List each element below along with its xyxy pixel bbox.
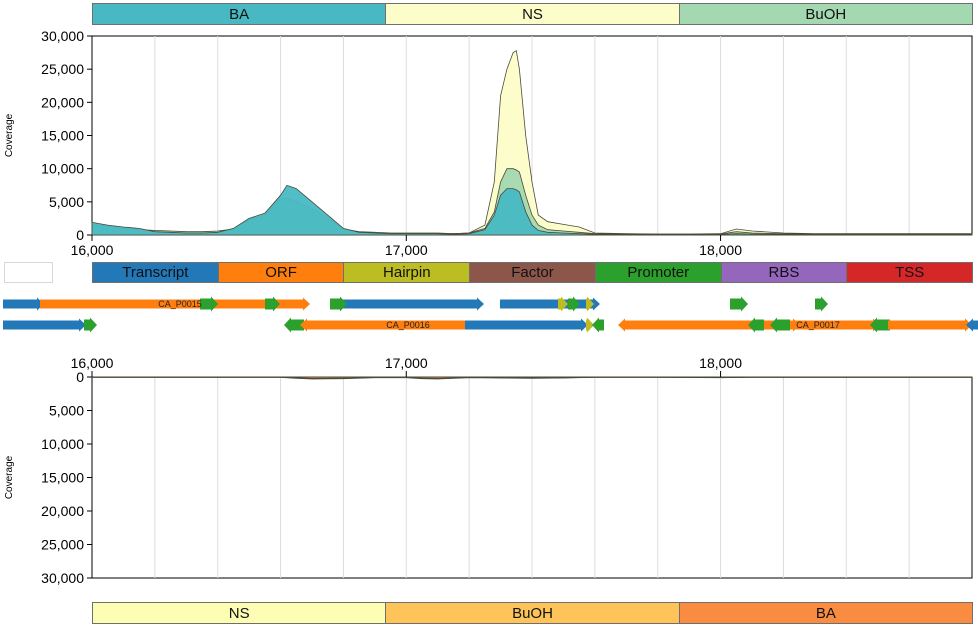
- y-tick-label: 5,000: [49, 194, 84, 210]
- transcript-feature[interactable]: [3, 318, 86, 332]
- promoter-feature[interactable]: [330, 296, 347, 312]
- feature-legend-item-factor[interactable]: Factor: [469, 262, 596, 283]
- hairpin-feature[interactable]: [558, 296, 568, 312]
- x-tick-label: 18,000: [699, 355, 742, 371]
- x-tick-label: 17,000: [385, 355, 428, 371]
- x-tick-label: 18,000: [699, 242, 742, 258]
- y-tick-label: 25,000: [41, 537, 84, 553]
- bottom-legend-item-ns[interactable]: NS: [92, 602, 387, 624]
- x-tick-label: 17,000: [385, 242, 428, 258]
- y-axis-label: Coverage: [4, 455, 15, 499]
- feature-legend-item-rbs[interactable]: RBS: [720, 262, 848, 283]
- feature-legend-item-orf[interactable]: ORF: [217, 262, 345, 283]
- y-tick-label: 10,000: [41, 436, 84, 452]
- promoter-feature[interactable]: [815, 296, 828, 312]
- feature-legend-blank: [4, 262, 53, 283]
- promoter-feature[interactable]: [592, 317, 604, 333]
- feature-label: CA_P0017: [796, 320, 840, 330]
- promoter-feature[interactable]: [730, 296, 748, 312]
- y-tick-label: 5,000: [49, 403, 84, 419]
- transcript-feature[interactable]: [966, 318, 978, 332]
- transcript-feature[interactable]: [500, 297, 600, 311]
- y-tick-label: 10,000: [41, 161, 84, 177]
- y-tick-label: 15,000: [41, 128, 84, 144]
- x-tick-label: 16,000: [71, 242, 114, 258]
- transcript-feature[interactable]: [465, 318, 588, 332]
- feature-label: CA_P0015: [158, 299, 202, 309]
- transcript-feature[interactable]: [3, 297, 44, 311]
- promoter-feature[interactable]: [748, 317, 764, 333]
- y-axis-label: Coverage: [4, 113, 15, 157]
- feature-tracks: CA_P0015 CA_P0016 CA_P0017: [3, 296, 978, 333]
- y-tick-label: 30,000: [41, 570, 84, 586]
- bottom-coverage-chart: 0 5,000 10,000 15,000 20,000 25,000 30,000 Cove…: [4, 355, 973, 586]
- hairpin-feature[interactable]: [586, 296, 594, 312]
- feature-legend-item-promoter[interactable]: Promoter: [594, 262, 722, 283]
- orf-feature[interactable]: [618, 318, 752, 332]
- x-tick-label: 16,000: [71, 355, 114, 371]
- y-tick-label: 0: [76, 369, 84, 385]
- y-tick-label: 20,000: [41, 94, 84, 110]
- y-tick-label: 20,000: [41, 503, 84, 519]
- feature-type-legend: Transcript ORF Hairpin Factor Promoter RBS TSS: [92, 262, 974, 283]
- feature-legend-item-hairpin[interactable]: Hairpin: [343, 262, 471, 283]
- promoter-feature[interactable]: [568, 296, 580, 312]
- y-tick-label: 0: [76, 227, 84, 243]
- promoter-feature[interactable]: [84, 317, 97, 333]
- promoter-feature[interactable]: [265, 296, 280, 312]
- y-tick-label: 30,000: [41, 28, 84, 44]
- y-tick-label: 25,000: [41, 61, 84, 77]
- orf-feature[interactable]: [300, 318, 467, 332]
- feature-legend-item-tss[interactable]: TSS: [846, 262, 974, 283]
- promoter-feature[interactable]: [200, 296, 218, 312]
- coverage-charts: 0 5,000 10,000 15,000 20,000 25,000 30,000 Cove…: [3, 28, 978, 586]
- orf-feature[interactable]: [888, 318, 972, 332]
- bottom-sample-legend: NS BuOH BA: [92, 602, 973, 624]
- transcript-feature[interactable]: [340, 297, 484, 311]
- y-tick-label: 15,000: [41, 470, 84, 486]
- bottom-legend-item-ba[interactable]: BA: [678, 602, 973, 624]
- top-coverage-chart: 0 5,000 10,000 15,000 20,000 25,000 30,000 Cove…: [4, 28, 973, 258]
- feature-label: CA_P0016: [386, 320, 430, 330]
- bottom-legend-item-buoh[interactable]: BuOH: [385, 602, 680, 624]
- promoter-feature[interactable]: [770, 317, 790, 333]
- feature-legend-item-transcript[interactable]: Transcript: [92, 262, 219, 283]
